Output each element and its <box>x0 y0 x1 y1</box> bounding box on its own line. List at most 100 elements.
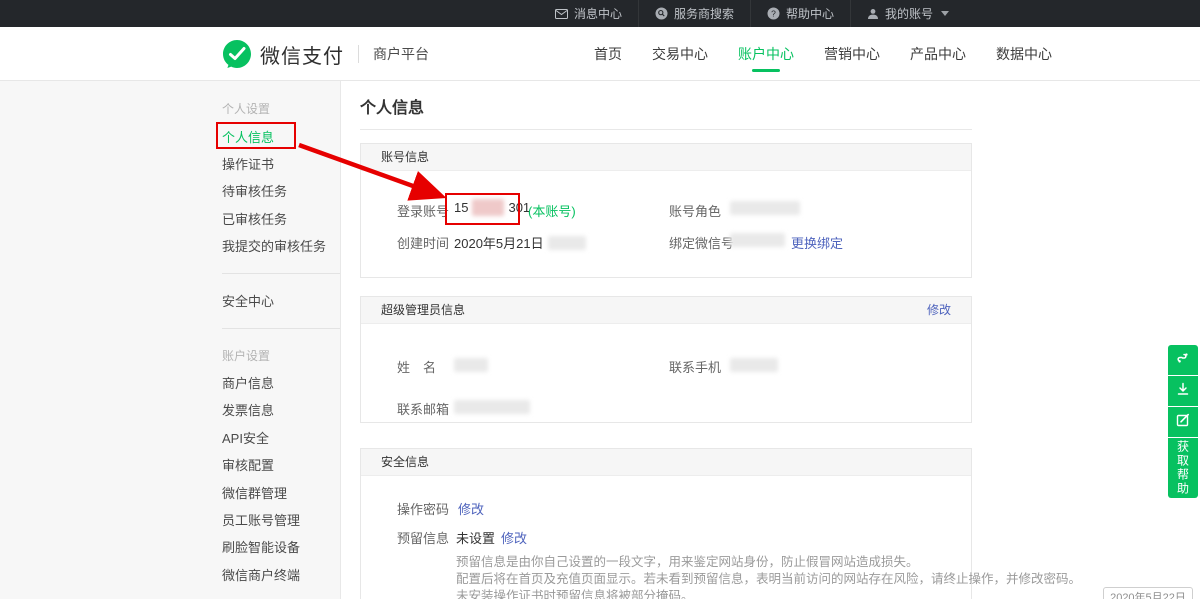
operation-password-edit-link[interactable]: 修改 <box>458 499 484 518</box>
link-icon <box>1175 350 1191 371</box>
feedback-button[interactable] <box>1168 407 1198 437</box>
question-icon: ? <box>767 7 780 20</box>
login-account-prefix: 15 <box>454 200 468 215</box>
service-provider-search-link[interactable]: 服务商搜索 <box>638 0 750 27</box>
nav-transaction-center[interactable]: 交易中心 <box>646 27 714 81</box>
bound-wechat-redacted <box>730 233 785 247</box>
sidebar-item-invoice-info[interactable]: 发票信息 <box>222 396 340 423</box>
sidebar-item-review-config[interactable]: 审核配置 <box>222 451 340 478</box>
admin-phone-redacted <box>730 358 778 372</box>
get-help-button[interactable]: 获取帮助 <box>1168 438 1198 498</box>
rebind-wechat-link[interactable]: 更换绑定 <box>791 233 843 252</box>
sidebar-item-reviewed-tasks[interactable]: 已审核任务 <box>222 205 340 232</box>
current-account-tag: (本账号) <box>528 201 576 220</box>
floating-side-menu: 获取帮助 <box>1168 345 1198 498</box>
portal-name: 商户平台 <box>373 44 429 64</box>
my-account-label: 我的账号 <box>885 5 933 22</box>
sidebar-item-my-submitted-review-tasks[interactable]: 我提交的审核任务 <box>222 232 340 259</box>
sidebar-item-wechat-group-management[interactable]: 微信群管理 <box>222 478 340 505</box>
login-account-redacted <box>472 199 504 216</box>
created-time-redacted <box>548 236 586 250</box>
sidebar-divider <box>222 259 340 286</box>
message-center-label: 消息中心 <box>574 5 622 22</box>
sidebar-item-staff-account-management[interactable]: 员工账号管理 <box>222 506 340 533</box>
sidebar-item-operation-certificate[interactable]: 操作证书 <box>222 150 340 177</box>
nav-marketing-center[interactable]: 营销中心 <box>818 27 886 81</box>
admin-info-panel-title: 超级管理员信息 <box>381 303 465 317</box>
login-account-label: 登录账号 <box>397 201 449 220</box>
login-account-value: 15 301 <box>454 199 530 216</box>
created-time-value: 2020年5月21日 <box>454 233 586 252</box>
search-icon <box>655 7 668 20</box>
help-center-link[interactable]: ? 帮助中心 <box>750 0 850 27</box>
admin-edit-link[interactable]: 修改 <box>927 297 951 324</box>
wechat-pay-merchant-portal: 消息中心 服务商搜索 ? 帮助中心 我的账号 <box>0 0 1200 599</box>
sidebar-divider <box>222 588 340 599</box>
admin-email-label: 联系邮箱 <box>397 399 449 418</box>
admin-name-label: 姓 名 <box>397 357 436 376</box>
help-center-label: 帮助中心 <box>786 5 834 22</box>
reserved-info-description: 预留信息是由你自己设置的一段文字，用来鉴定网站身份，防止假冒网站造成损失。 配置… <box>456 554 1081 599</box>
login-account-suffix: 301 <box>508 200 530 215</box>
download-icon <box>1175 381 1191 402</box>
brand-divider <box>358 45 359 63</box>
created-time-label: 创建时间 <box>397 233 449 252</box>
reserved-info-description-line: 配置后将在首页及充值页面显示。若未看到预留信息，表明当前访问的网站存在风险，请终… <box>456 571 1081 588</box>
title-divider <box>360 129 972 130</box>
link-button[interactable] <box>1168 345 1198 375</box>
brand-area[interactable]: 微信支付 商户平台 <box>222 27 429 81</box>
sidebar-list: 个人设置 个人信息 操作证书 待审核任务 已审核任务 我提交的审核任务 安全中心… <box>222 95 340 599</box>
sidebar-item-security-center[interactable]: 安全中心 <box>222 287 340 314</box>
sidebar-section-personal-settings: 个人设置 <box>222 95 340 122</box>
top-utility-menu: 消息中心 服务商搜索 ? 帮助中心 我的账号 <box>539 0 965 27</box>
created-time-text: 2020年5月21日 <box>454 233 544 252</box>
nav-data-center[interactable]: 数据中心 <box>990 27 1058 81</box>
my-account-menu[interactable]: 我的账号 <box>850 0 965 27</box>
top-utility-bar: 消息中心 服务商搜索 ? 帮助中心 我的账号 <box>0 0 1200 27</box>
admin-info-panel-header: 超级管理员信息 修改 <box>361 297 971 324</box>
page-title: 个人信息 <box>360 94 424 118</box>
account-info-panel: 账号信息 登录账号 15 301 (本账号) 账号角色 创建时间 2020年5月… <box>360 143 972 278</box>
reserved-info-description-line: 预留信息是由你自己设置的一段文字，用来鉴定网站身份，防止假冒网站造成损失。 <box>456 554 1081 571</box>
service-provider-search-label: 服务商搜索 <box>674 5 734 22</box>
sidebar-divider <box>222 314 340 341</box>
sidebar-item-face-smart-device[interactable]: 刷脸智能设备 <box>222 533 340 560</box>
main-nav: 首页 交易中心 账户中心 营销中心 产品中心 数据中心 <box>588 27 1058 81</box>
sidebar-item-pending-review-tasks[interactable]: 待审核任务 <box>222 177 340 204</box>
nav-product-center[interactable]: 产品中心 <box>904 27 972 81</box>
account-role-redacted <box>730 201 800 215</box>
site-header: 微信支付 商户平台 首页 交易中心 账户中心 营销中心 产品中心 数据中心 <box>0 27 1200 81</box>
security-info-panel-title: 安全信息 <box>381 455 429 469</box>
account-info-panel-header: 账号信息 <box>361 144 971 171</box>
security-info-panel: 安全信息 操作密码 修改 预留信息 未设置 修改 预留信息是由你自己设置的一段文… <box>360 448 972 599</box>
reserved-info-label: 预留信息 <box>397 528 449 547</box>
sidebar-section-account-settings: 账户设置 <box>222 342 340 369</box>
admin-phone-label: 联系手机 <box>669 357 721 376</box>
sidebar-item-personal-info[interactable]: 个人信息 <box>222 122 340 149</box>
bound-wechat-label: 绑定微信号 <box>669 233 734 252</box>
user-icon <box>867 8 879 20</box>
reserved-info-status: 未设置 <box>456 528 495 547</box>
brand-name: 微信支付 <box>260 40 344 69</box>
nav-account-center[interactable]: 账户中心 <box>732 27 800 81</box>
svg-text:?: ? <box>771 8 776 18</box>
wechat-pay-logo-icon <box>222 39 252 69</box>
download-button[interactable] <box>1168 376 1198 406</box>
reserved-info-description-line: 未安装操作证书时预留信息将被部分掩码。 <box>456 588 1081 599</box>
security-info-panel-header: 安全信息 <box>361 449 971 476</box>
operation-password-label: 操作密码 <box>397 499 449 518</box>
date-tooltip: 2020年5月22日 <box>1103 587 1193 599</box>
sidebar: 个人设置 个人信息 操作证书 待审核任务 已审核任务 我提交的审核任务 安全中心… <box>0 81 341 599</box>
sidebar-item-api-security[interactable]: API安全 <box>222 424 340 451</box>
nav-home[interactable]: 首页 <box>588 27 628 81</box>
account-info-panel-title: 账号信息 <box>381 150 429 164</box>
mail-icon <box>555 9 568 19</box>
reserved-info-edit-link[interactable]: 修改 <box>501 528 527 547</box>
sidebar-item-merchant-info[interactable]: 商户信息 <box>222 369 340 396</box>
admin-name-redacted <box>454 358 488 372</box>
message-center-link[interactable]: 消息中心 <box>539 0 638 27</box>
chevron-down-icon <box>941 11 949 16</box>
sidebar-item-wechat-merchant-terminal[interactable]: 微信商户终端 <box>222 561 340 588</box>
account-role-label: 账号角色 <box>669 201 721 220</box>
admin-info-panel: 超级管理员信息 修改 姓 名 联系手机 联系邮箱 <box>360 296 972 423</box>
